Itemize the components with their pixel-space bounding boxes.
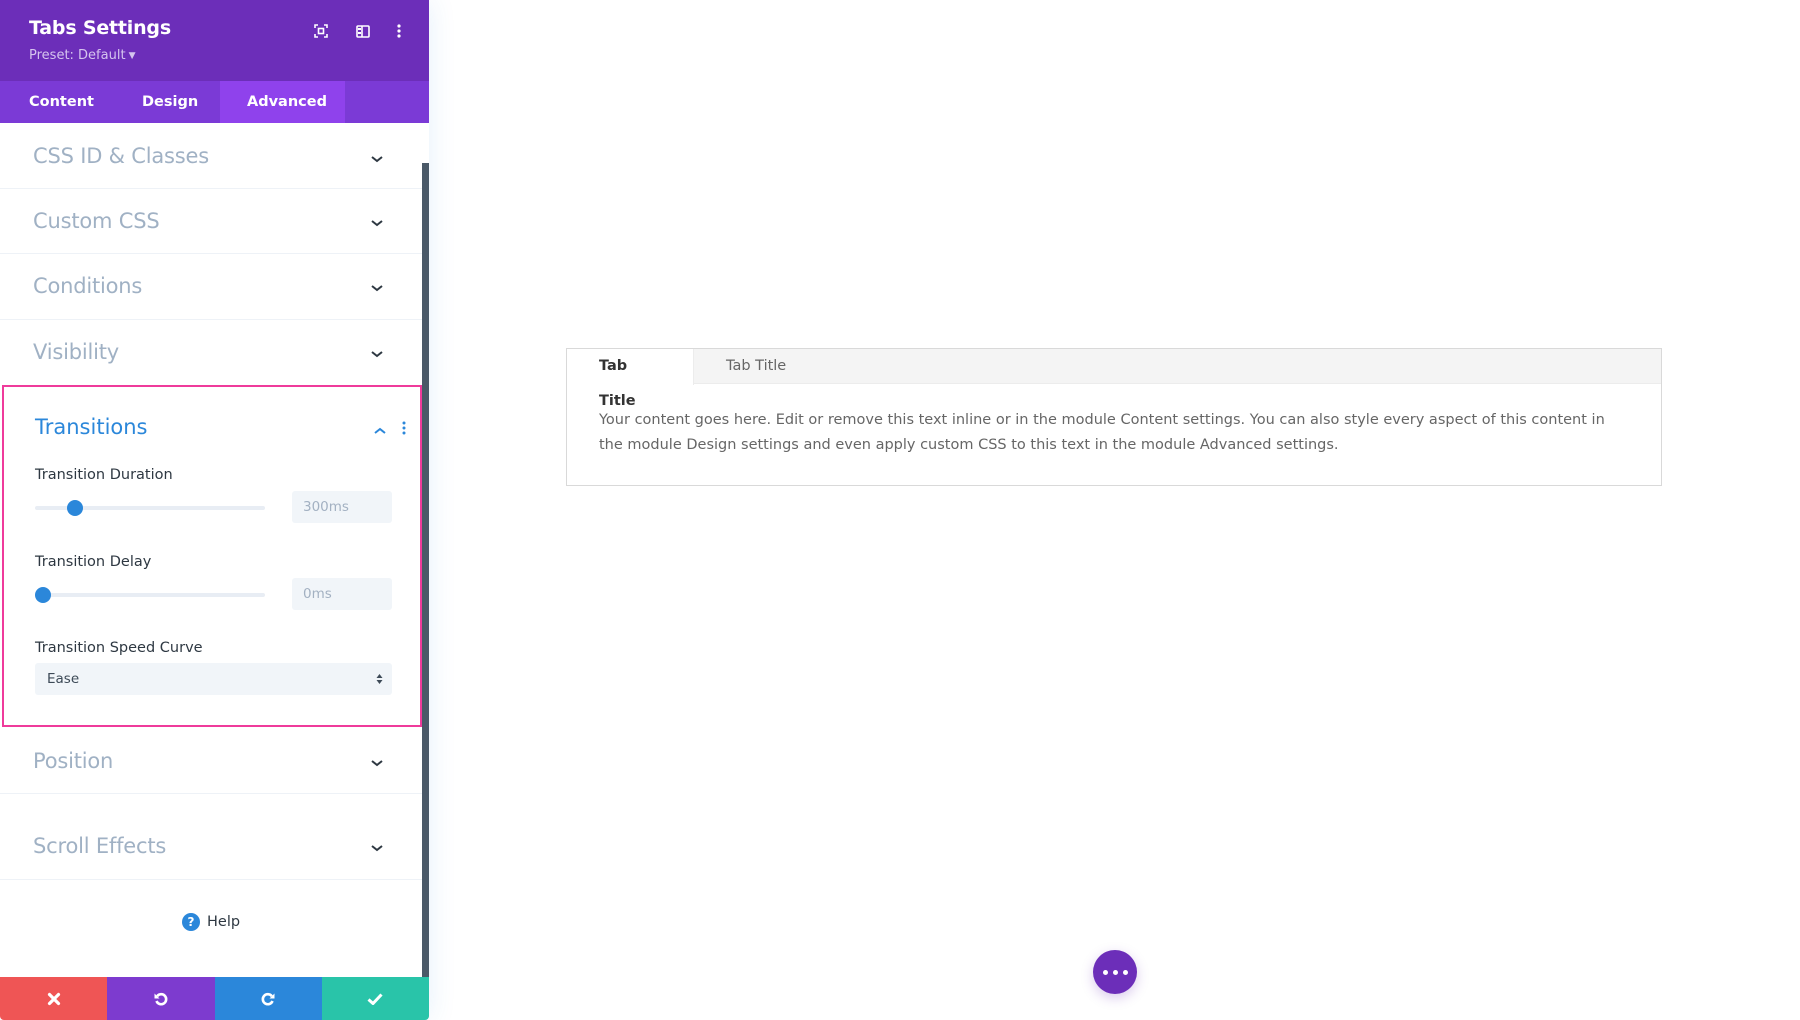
section-label: Scroll Effects: [33, 834, 166, 858]
slider-thumb[interactable]: [35, 587, 51, 603]
transition-duration-slider[interactable]: [35, 498, 265, 518]
more-options-icon[interactable]: [402, 421, 406, 435]
chevron-down-icon: [370, 349, 384, 359]
section-css-id-classes[interactable]: CSS ID & Classes: [0, 123, 422, 189]
dot: [1113, 970, 1118, 975]
slider-track: [35, 593, 265, 597]
more-options-icon[interactable]: [388, 20, 410, 42]
section-label: Custom CSS: [33, 209, 159, 233]
undo-button[interactable]: [107, 977, 214, 1020]
chevron-down-icon: [370, 154, 384, 164]
select-arrows-icon: [376, 673, 383, 685]
panel-title: Tabs Settings: [29, 17, 171, 39]
transition-delay-slider[interactable]: [35, 585, 265, 605]
dot: [1103, 970, 1108, 975]
chevron-down-icon: [370, 843, 384, 853]
undo-icon: [153, 991, 169, 1007]
section-label: Visibility: [33, 340, 119, 364]
panel-scrollbar[interactable]: [422, 163, 429, 977]
preset-label: Preset: Default: [29, 48, 126, 63]
section-label: Conditions: [33, 274, 142, 298]
transition-duration-input[interactable]: [292, 491, 392, 523]
module-tab-2[interactable]: Tab Title: [694, 349, 818, 384]
section-position[interactable]: Position: [0, 729, 422, 794]
section-conditions[interactable]: Conditions: [0, 254, 422, 320]
section-label: CSS ID & Classes: [33, 144, 209, 168]
transition-delay-input[interactable]: [292, 578, 392, 610]
slider-thumb[interactable]: [67, 500, 83, 516]
split-view-icon[interactable]: [352, 20, 374, 42]
chevron-down-icon: [370, 218, 384, 228]
tabs-module[interactable]: Tab Title Tab Title Your content goes he…: [566, 348, 1662, 486]
help-button[interactable]: ? Help: [182, 913, 240, 931]
module-tab-content[interactable]: Your content goes here. Edit or remove t…: [599, 408, 1629, 458]
section-label[interactable]: Transitions: [35, 415, 148, 439]
dot: [1123, 970, 1128, 975]
builder-canvas: Tab Title Tab Title Your content goes he…: [0, 0, 1800, 1020]
section-custom-css[interactable]: Custom CSS: [0, 189, 422, 254]
panel-header: Tabs Settings Preset: Default▼: [0, 0, 429, 81]
module-tab-bar: Tab Title Tab Title: [567, 349, 1661, 384]
close-icon: [47, 992, 61, 1006]
settings-panel: Tabs Settings Preset: Default▼ Content D…: [0, 0, 429, 1020]
panel-action-bar: [0, 977, 429, 1020]
checkmark-icon: [367, 993, 383, 1005]
focus-mode-icon[interactable]: [310, 20, 332, 42]
tab-content[interactable]: Content: [0, 81, 114, 123]
transition-speed-curve-select[interactable]: Ease: [35, 663, 392, 695]
help-label: Help: [207, 914, 240, 930]
transition-speed-curve-label: Transition Speed Curve: [35, 640, 203, 656]
chevron-up-icon[interactable]: [373, 426, 387, 436]
save-button[interactable]: [322, 977, 429, 1020]
tab-advanced[interactable]: Advanced: [220, 81, 345, 123]
module-tab-1[interactable]: Tab Title: [567, 349, 694, 385]
cancel-button[interactable]: [0, 977, 107, 1020]
transition-duration-label: Transition Duration: [35, 467, 173, 483]
panel-tabs: Content Design Advanced: [0, 81, 429, 123]
redo-icon: [260, 991, 276, 1007]
chevron-down-icon: [370, 283, 384, 293]
transition-delay-label: Transition Delay: [35, 554, 151, 570]
section-scroll-effects[interactable]: Scroll Effects: [0, 794, 422, 880]
section-visibility[interactable]: Visibility: [0, 320, 422, 384]
section-label: Position: [33, 749, 113, 773]
select-value: Ease: [47, 663, 79, 695]
page-settings-button[interactable]: [1093, 950, 1137, 994]
redo-button[interactable]: [215, 977, 322, 1020]
chevron-down-icon: [370, 758, 384, 768]
section-transitions: Transitions Transition Duration Transiti…: [2, 385, 422, 727]
caret-down-icon: ▼: [129, 51, 136, 61]
help-icon: ?: [182, 913, 200, 931]
preset-dropdown[interactable]: Preset: Default▼: [29, 48, 135, 63]
tab-design[interactable]: Design: [114, 81, 220, 123]
